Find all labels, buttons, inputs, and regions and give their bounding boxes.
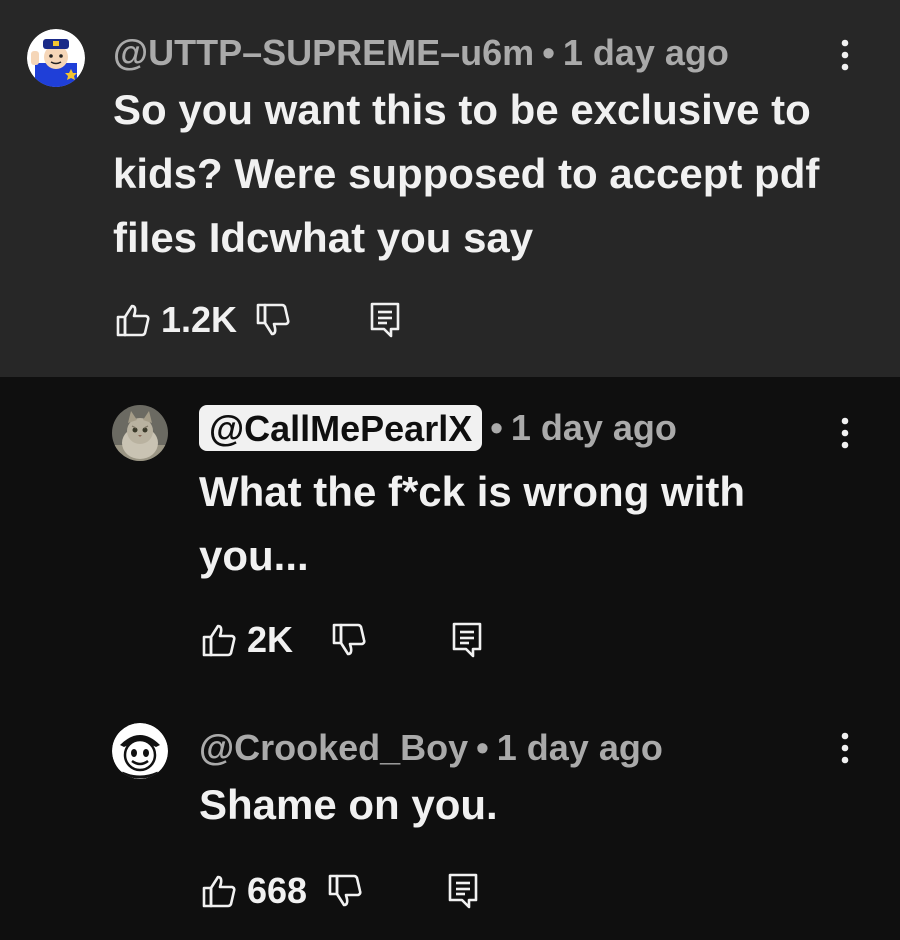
thumbs-up-icon	[116, 304, 150, 337]
like-button[interactable]	[201, 622, 237, 658]
separator-dot: •	[542, 32, 555, 73]
like-count: 668	[247, 870, 308, 911]
comment-text-line: So you want this to be exclusive to	[113, 86, 811, 133]
timestamp[interactable]: 1 day ago	[563, 33, 729, 73]
dislike-button[interactable]	[255, 302, 291, 338]
author-name-highlighted[interactable]: @CallMePearlX	[199, 405, 483, 451]
reply-comment-icon	[448, 873, 478, 909]
reply-button[interactable]	[451, 621, 483, 659]
more-vertical-icon	[841, 732, 849, 764]
more-vertical-icon	[841, 39, 849, 71]
comment-text-line: Shame on you.	[199, 781, 498, 828]
separator-dot: •	[490, 407, 503, 448]
reply-comment: @Crooked_Boy • 1 day ago Shame on you. 6…	[0, 713, 900, 940]
more-vertical-icon	[841, 417, 849, 449]
thumbs-up-icon	[202, 875, 236, 908]
comment-header: @CallMePearlX • 1 day ago	[199, 405, 677, 451]
comment-header: @UTTP–SUPREME–u6m • 1 day ago	[113, 33, 729, 73]
comment-header: @Crooked_Boy • 1 day ago	[199, 728, 663, 768]
dislike-button[interactable]	[327, 873, 363, 909]
timestamp[interactable]: 1 day ago	[497, 728, 663, 768]
more-options-button[interactable]	[833, 726, 857, 770]
thumbs-up-icon	[202, 624, 236, 657]
comment-actions: 1.2K	[115, 299, 401, 341]
timestamp[interactable]: 1 day ago	[511, 408, 677, 448]
more-options-button[interactable]	[833, 33, 857, 77]
reply-comment-icon	[370, 302, 400, 338]
more-options-button[interactable]	[833, 411, 857, 455]
comment-actions: 2K	[201, 619, 483, 661]
like-count: 1.2K	[161, 299, 238, 340]
thumbs-down-icon	[328, 874, 362, 907]
comment-thread-top: @UTTP–SUPREME–u6m • 1 day ago So you wan…	[0, 0, 900, 377]
avatar[interactable]	[27, 29, 85, 87]
reply-comment: @CallMePearlX • 1 day ago What the f*ck …	[0, 377, 900, 713]
reply-button[interactable]	[369, 301, 401, 339]
like-button[interactable]	[115, 302, 151, 338]
avatar[interactable]	[112, 723, 168, 779]
avatar[interactable]	[112, 405, 168, 461]
author-name[interactable]: @UTTP–SUPREME–u6m	[113, 33, 534, 73]
comment-text-line: files Idcwhat you say	[113, 214, 534, 261]
reply-button[interactable]	[447, 872, 479, 910]
comment-text-line: kids? Were supposed to accept pdf	[113, 150, 820, 197]
comment-text-line: What the f*ck is wrong with	[199, 468, 746, 515]
comment-text-line: you...	[199, 532, 309, 579]
author-name[interactable]: @Crooked_Boy	[199, 728, 468, 768]
dislike-button[interactable]	[331, 622, 367, 658]
thumbs-down-icon	[256, 303, 290, 336]
like-button[interactable]	[201, 873, 237, 909]
thumbs-down-icon	[332, 623, 366, 656]
comment-actions: 668	[201, 870, 479, 912]
reply-comment-icon	[452, 622, 482, 658]
separator-dot: •	[476, 727, 489, 768]
like-count: 2K	[247, 619, 294, 660]
